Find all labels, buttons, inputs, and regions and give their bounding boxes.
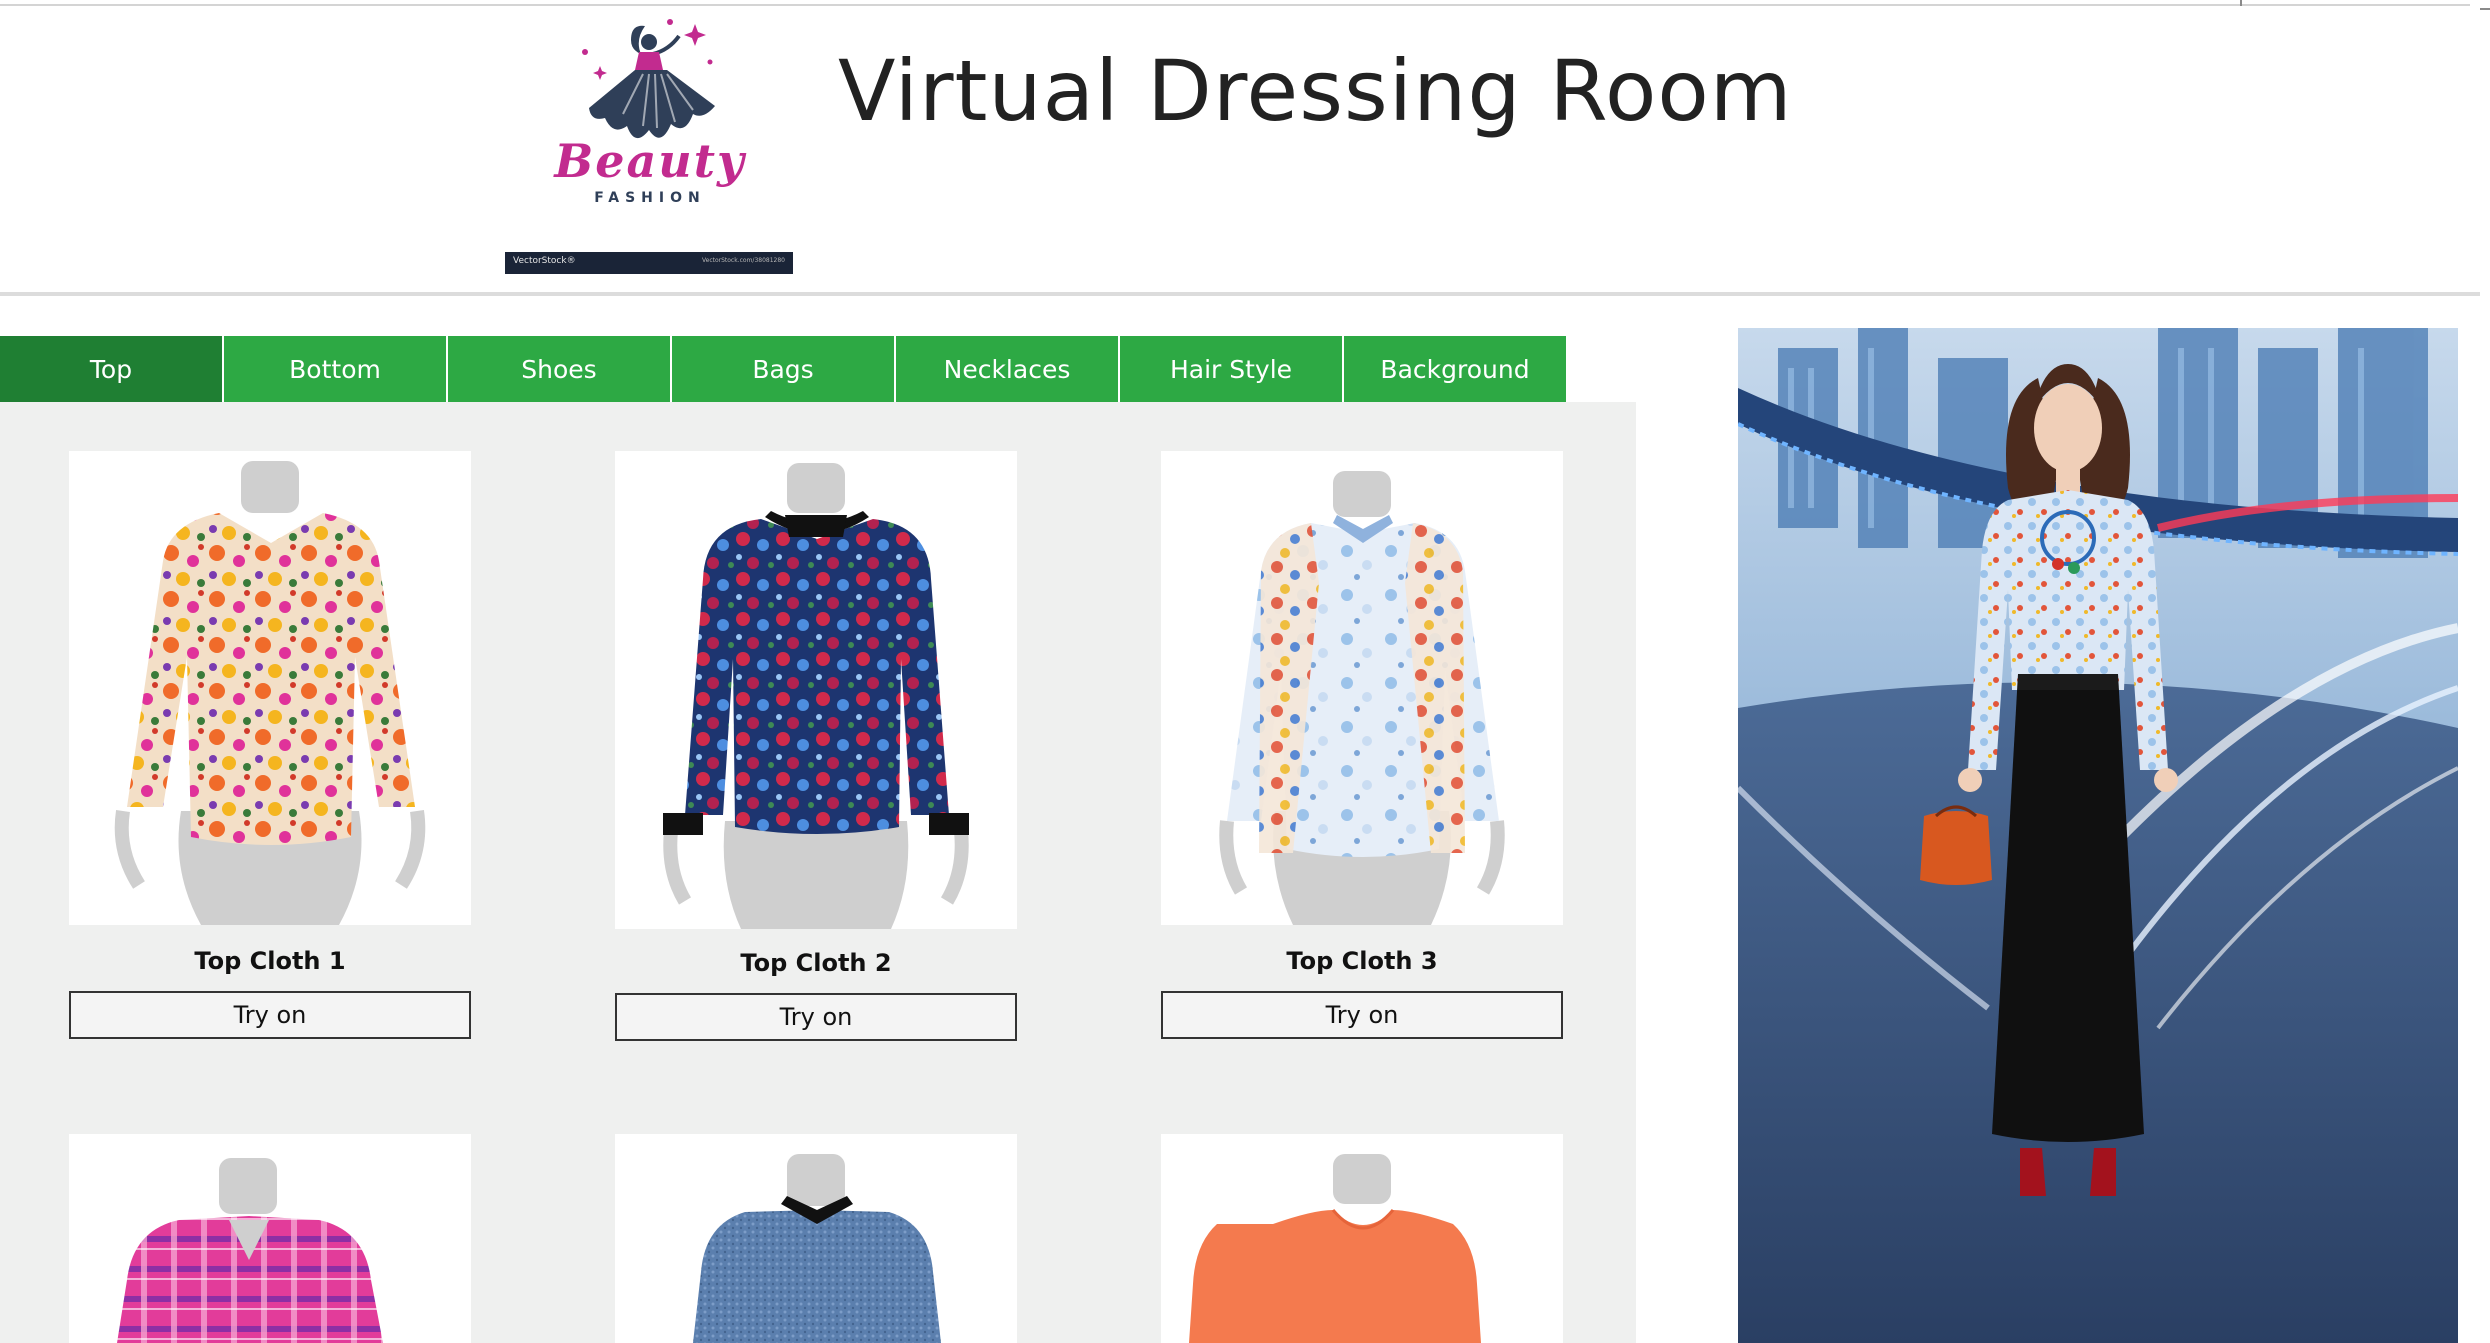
product-image-top-cloth-3[interactable]	[1161, 451, 1563, 925]
page: Beauty FASHION VectorStock® VectorStock.…	[0, 0, 2490, 1343]
product-image-top-cloth-2[interactable]	[615, 451, 1017, 929]
site-header: Beauty FASHION VectorStock® VectorStock.…	[0, 6, 2480, 296]
catalog-card-top-cloth-4	[69, 1134, 471, 1343]
tab-necklaces[interactable]: Necklaces	[896, 336, 1118, 402]
catalog-card-top-cloth-3: Top Cloth 3 Try on	[1161, 451, 1563, 1041]
category-tabs: Top Bottom Shoes Bags Necklaces Hair Sty…	[0, 336, 1566, 402]
product-name: Top Cloth 3	[1286, 947, 1438, 975]
try-on-button[interactable]: Try on	[69, 991, 471, 1039]
catalog-card-top-cloth-5	[615, 1134, 1017, 1343]
page-title: Virtual Dressing Room	[838, 42, 1793, 140]
tab-background[interactable]: Background	[1344, 336, 1566, 402]
product-image-top-cloth-6[interactable]	[1161, 1134, 1563, 1343]
try-on-button[interactable]: Try on	[615, 993, 1017, 1041]
catalog-card-top-cloth-1: Top Cloth 1 Try on	[69, 451, 471, 1041]
header-divider	[0, 292, 2480, 296]
tab-bags[interactable]: Bags	[672, 336, 894, 402]
product-name: Top Cloth 2	[740, 949, 892, 977]
watermark-brand: VectorStock®	[513, 256, 576, 266]
product-name: Top Cloth 1	[194, 947, 346, 975]
product-image-top-cloth-5[interactable]	[615, 1134, 1017, 1343]
dancing-woman-logo-icon	[582, 19, 715, 139]
catalog-card-top-cloth-6	[1161, 1134, 1563, 1343]
logo-sub-text: FASHION	[594, 190, 706, 206]
watermark-bar: VectorStock® VectorStock.com/38081280	[505, 252, 793, 274]
catalog-card-top-cloth-2: Top Cloth 2 Try on	[615, 451, 1017, 1043]
preview-canvas	[1738, 328, 2458, 1343]
tab-shoes[interactable]: Shoes	[448, 336, 670, 402]
catalog-panel: Top Cloth 1 Try on Top Cloth 2 Try on To…	[0, 402, 1636, 1343]
product-image-top-cloth-1[interactable]	[69, 451, 471, 925]
tab-hair-style[interactable]: Hair Style	[1120, 336, 1342, 402]
product-image-top-cloth-4[interactable]	[69, 1134, 471, 1343]
watermark-url: VectorStock.com/38081280	[701, 257, 785, 264]
model-preview	[1738, 328, 2458, 1343]
tab-bottom[interactable]: Bottom	[224, 336, 446, 402]
try-on-button[interactable]: Try on	[1161, 991, 1563, 1039]
tab-top[interactable]: Top	[0, 336, 222, 402]
brand-logo[interactable]: Beauty FASHION VectorStock® VectorStock.…	[505, 14, 795, 274]
logo-script-text: Beauty	[554, 134, 746, 188]
